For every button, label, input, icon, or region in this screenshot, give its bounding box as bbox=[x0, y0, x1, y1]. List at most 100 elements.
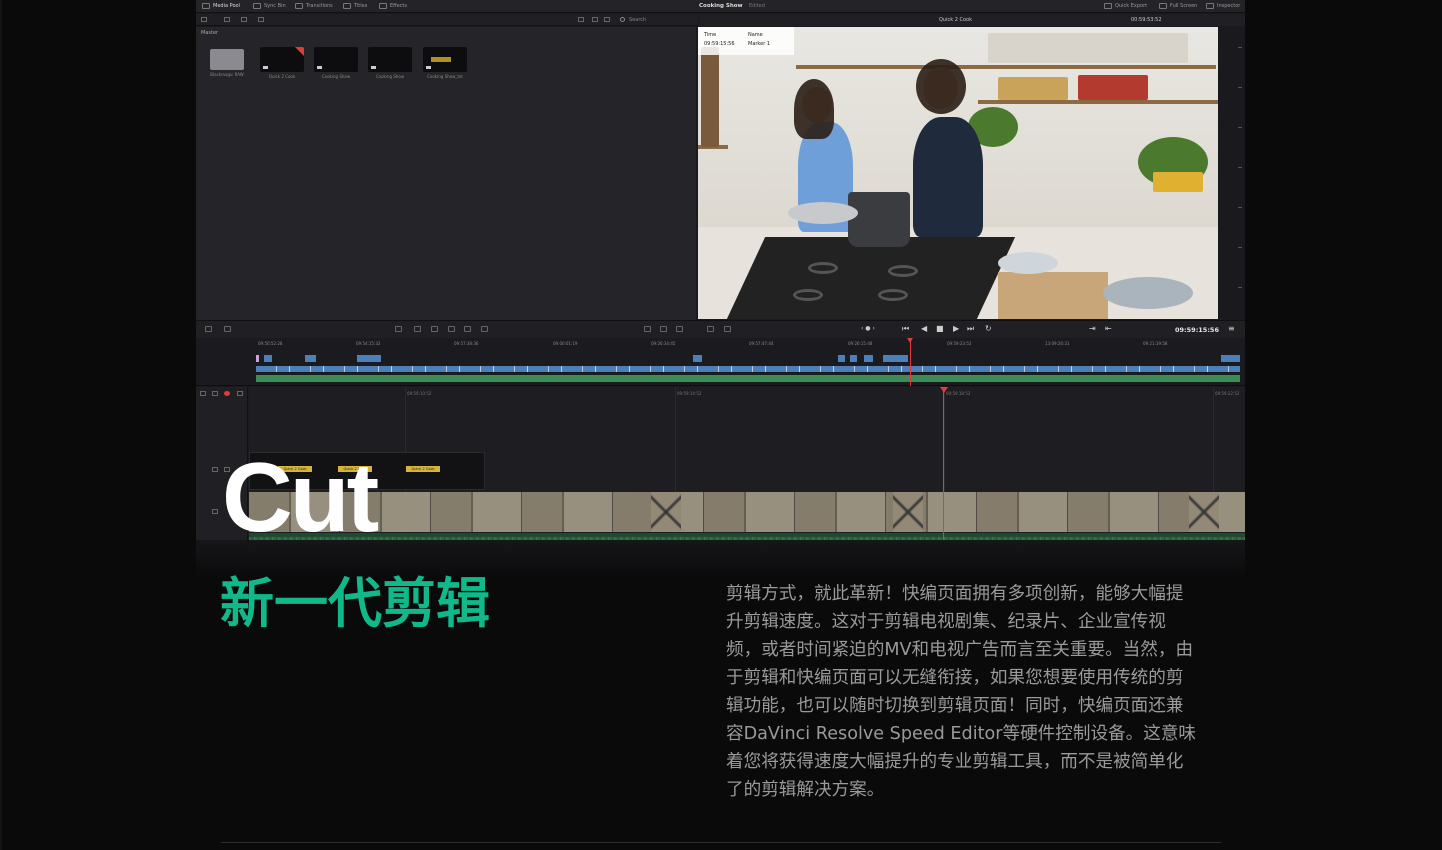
source-icon[interactable] bbox=[724, 326, 731, 332]
transition-marker[interactable] bbox=[893, 492, 923, 532]
play-icon[interactable]: ▶ bbox=[953, 325, 959, 333]
clip-block[interactable] bbox=[256, 355, 259, 362]
media-pool-tab[interactable]: Media Pool bbox=[202, 3, 240, 9]
clip-block[interactable] bbox=[1221, 355, 1240, 362]
audio-track-1[interactable] bbox=[256, 375, 1240, 382]
video-track-2[interactable] bbox=[256, 355, 1240, 363]
burner bbox=[808, 262, 838, 274]
lower-playhead-handle[interactable] bbox=[940, 387, 948, 393]
titles-tab[interactable]: Titles bbox=[343, 3, 367, 9]
media-item[interactable]: Blackmagic RAW bbox=[205, 47, 249, 77]
media-item[interactable]: Quick 2 Cook bbox=[260, 47, 304, 79]
ruler-label: 09:26:15:48 bbox=[848, 341, 873, 346]
tape-icon[interactable] bbox=[707, 326, 714, 332]
search-icon[interactable] bbox=[620, 17, 625, 22]
effects-tab[interactable]: Effects bbox=[379, 3, 407, 9]
transitions-tab[interactable]: Transitions bbox=[295, 3, 333, 9]
ruler-label: 09:57:47:44 bbox=[749, 341, 774, 346]
in-point-icon[interactable]: ⇥ bbox=[1089, 325, 1096, 333]
clip-block[interactable] bbox=[838, 355, 845, 362]
media-item[interactable]: Cooking Show bbox=[314, 47, 358, 79]
bin-icon[interactable] bbox=[258, 17, 264, 22]
play-reverse-icon[interactable]: ◀ bbox=[921, 325, 927, 333]
record-icon[interactable] bbox=[224, 391, 230, 396]
snapshot-icon[interactable] bbox=[212, 391, 218, 396]
settings-icon[interactable] bbox=[237, 391, 243, 396]
bowls bbox=[988, 33, 1188, 63]
transition-marker[interactable] bbox=[651, 492, 681, 532]
plates bbox=[1103, 277, 1193, 309]
zoom-icon[interactable] bbox=[224, 17, 230, 22]
media-item-label: Cooking Show bbox=[321, 74, 351, 79]
upper-timeline[interactable]: 09:50:52:28 09:54:15:32 09:57:38:36 09:0… bbox=[196, 338, 1245, 386]
menu-icon[interactable]: ≡ bbox=[1228, 325, 1235, 333]
tool-icon[interactable] bbox=[200, 391, 206, 396]
clip-block[interactable] bbox=[850, 355, 857, 362]
meter-tick bbox=[1238, 47, 1242, 48]
media-item-label: Cooking Show_txt bbox=[427, 74, 463, 79]
audio-icon[interactable] bbox=[644, 326, 651, 332]
full-screen-button[interactable]: Full Screen bbox=[1159, 3, 1197, 9]
flag-icon[interactable] bbox=[660, 326, 667, 332]
sync-bin-tab[interactable]: Sync Bin bbox=[253, 3, 286, 9]
clip-block[interactable] bbox=[883, 355, 908, 362]
title-graphic bbox=[431, 57, 451, 62]
list-icon[interactable] bbox=[201, 17, 207, 22]
upper-playhead[interactable] bbox=[910, 338, 911, 386]
media-item-label: Blackmagic RAW bbox=[210, 72, 244, 77]
ruler-label: 09:59:22:52 bbox=[1215, 391, 1240, 396]
grid-view-icon[interactable] bbox=[592, 17, 598, 22]
clip-block[interactable] bbox=[357, 355, 381, 362]
bin-label: Master bbox=[201, 30, 219, 36]
track-lock-icon[interactable] bbox=[212, 467, 218, 472]
clip-block[interactable] bbox=[305, 355, 316, 362]
meter-tick bbox=[1238, 127, 1242, 128]
go-to-end-icon[interactable]: ⏭ bbox=[967, 325, 974, 333]
stop-icon[interactable]: ■ bbox=[936, 325, 944, 333]
audio-mute-icon[interactable] bbox=[212, 509, 218, 514]
clip-block[interactable] bbox=[864, 355, 873, 362]
layout-icon[interactable] bbox=[205, 326, 212, 332]
tab-label: Sync Bin bbox=[264, 3, 286, 9]
transition-marker[interactable] bbox=[1189, 492, 1219, 532]
jog-control-icon[interactable]: ‹ ● › bbox=[861, 325, 875, 333]
upper-playhead-handle[interactable] bbox=[907, 338, 913, 343]
media-item-label: Cooking Show bbox=[375, 74, 405, 79]
media-item[interactable]: Cooking Show bbox=[368, 47, 412, 79]
search-input[interactable]: Search bbox=[629, 17, 646, 23]
go-to-start-icon[interactable]: ⏮ bbox=[902, 325, 909, 333]
meter-tick bbox=[1238, 247, 1242, 248]
viewer-timecode: 00:59:53:52 bbox=[1131, 17, 1162, 23]
marker-icon[interactable] bbox=[676, 326, 683, 332]
clip-block[interactable] bbox=[693, 355, 702, 362]
loop-icon[interactable]: ↻ bbox=[985, 325, 992, 333]
import-icon[interactable] bbox=[241, 17, 247, 22]
source-overwrite-icon[interactable] bbox=[481, 326, 488, 332]
video-track-1[interactable] bbox=[256, 366, 1240, 372]
ripple-overwrite-icon[interactable] bbox=[431, 326, 438, 332]
viewer-video-frame[interactable] bbox=[698, 27, 1218, 319]
transport-timecode: 09:59:15:56 bbox=[1175, 326, 1219, 334]
inspector-button[interactable]: Inspector bbox=[1206, 3, 1240, 9]
lower-playhead[interactable] bbox=[943, 387, 944, 548]
close-up-icon[interactable] bbox=[448, 326, 455, 332]
quick-export-button[interactable]: Quick Export bbox=[1104, 3, 1147, 9]
smart-insert-icon[interactable] bbox=[395, 326, 402, 332]
place-on-top-icon[interactable] bbox=[464, 326, 471, 332]
out-point-icon[interactable]: ⇤ bbox=[1105, 325, 1112, 333]
video-clip-track[interactable] bbox=[249, 492, 1245, 532]
hero-title: Cut bbox=[222, 442, 379, 552]
media-item[interactable]: Cooking Show_txt bbox=[423, 47, 467, 79]
snap-icon[interactable] bbox=[224, 326, 231, 332]
clip-block[interactable] bbox=[264, 355, 272, 362]
glass-lid bbox=[998, 252, 1058, 274]
title-clip[interactable]: Quick 2 Cook bbox=[406, 466, 440, 472]
append-icon[interactable] bbox=[414, 326, 421, 332]
timeline-thumbnail bbox=[260, 47, 304, 72]
viewer-clip-name[interactable]: Quick 2 Cook bbox=[939, 17, 972, 23]
burner bbox=[878, 289, 908, 301]
thumbnail-view-icon[interactable] bbox=[604, 17, 610, 22]
sort-icon[interactable] bbox=[578, 17, 584, 22]
ruler-label: 09:59:18:52 bbox=[946, 391, 971, 396]
marker-time-value: 09:59:15:56 bbox=[704, 41, 735, 47]
